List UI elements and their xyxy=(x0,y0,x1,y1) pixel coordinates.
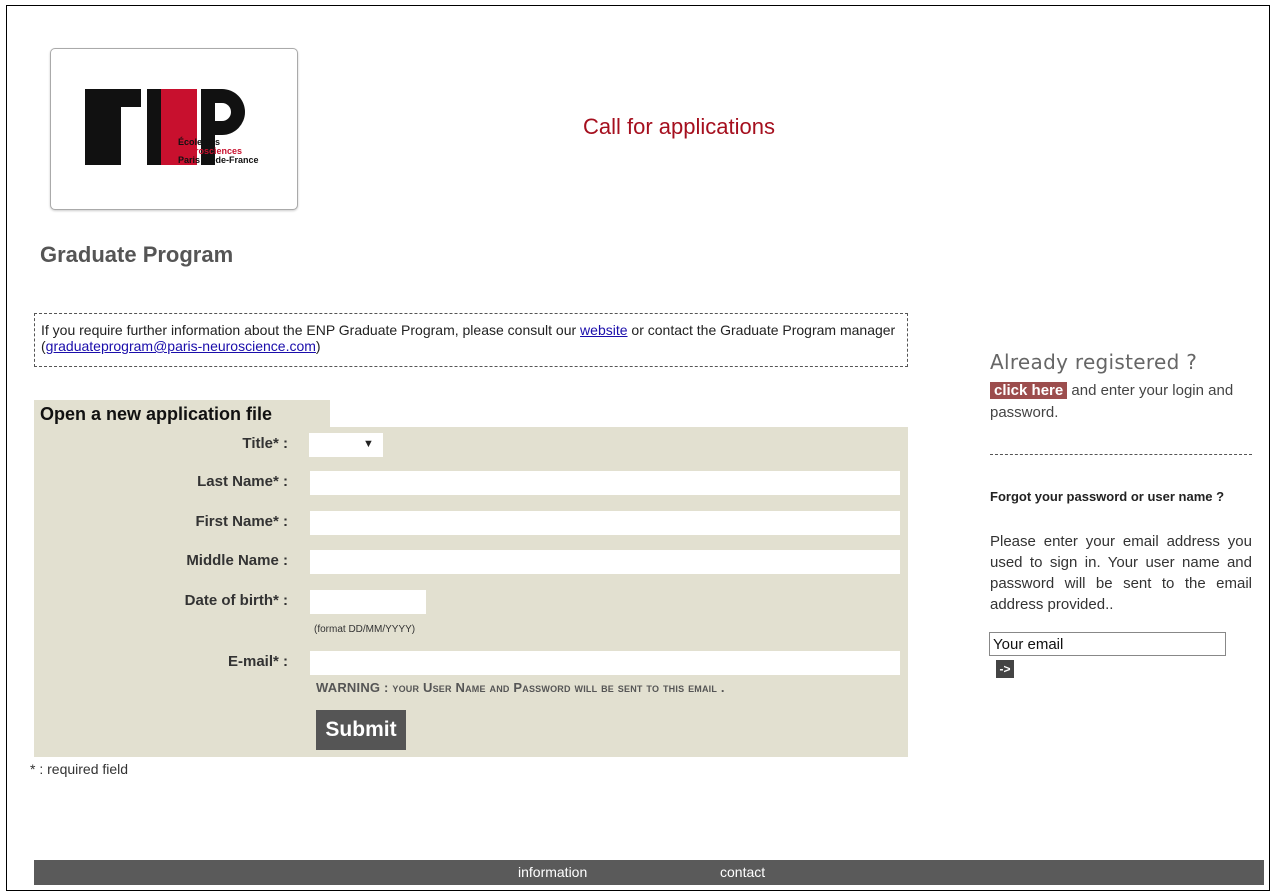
required-field-note: * : required field xyxy=(30,761,129,777)
dob-input[interactable] xyxy=(310,590,426,614)
website-link[interactable]: website xyxy=(580,322,627,338)
logo-letter-n-stroke xyxy=(147,89,161,165)
footer-link-contact[interactable]: contact xyxy=(720,864,765,880)
forgot-password-text: Please enter your email address you used… xyxy=(990,533,1252,613)
recovery-email-input[interactable] xyxy=(989,632,1226,656)
already-registered-title: Already registered ? xyxy=(990,350,1198,374)
info-notice: If you require further information about… xyxy=(34,313,908,367)
email-label: E-mail* : xyxy=(227,653,288,670)
last-name-input[interactable] xyxy=(310,471,900,495)
logo-text: École des Neurosciences Paris Île-de-Fra… xyxy=(178,138,259,165)
application-form: Title* : ▼ Last Name* : First Name* : Mi… xyxy=(34,427,908,757)
middle-name-input[interactable] xyxy=(310,550,900,574)
email-warning: WARNING : your User Name and Password wi… xyxy=(316,680,725,695)
submit-button[interactable]: Submit xyxy=(316,710,406,750)
last-name-label: Last Name* : xyxy=(197,473,288,490)
info-text-before: If you require further information about… xyxy=(41,322,581,338)
sidebar-divider xyxy=(990,454,1252,455)
logo-letter-e xyxy=(85,89,121,165)
forgot-password-title: Forgot your password or user name ? xyxy=(990,489,1225,504)
logo-letter-e-bar xyxy=(121,89,141,107)
dob-format-hint: (format DD/MM/YYYY) xyxy=(314,624,416,635)
first-name-label: First Name* : xyxy=(195,513,288,530)
title-select[interactable]: ▼ xyxy=(309,433,383,457)
login-instructions: click here and enter your login and pass… xyxy=(990,380,1252,424)
middle-name-label: Middle Name : xyxy=(186,552,288,569)
recover-submit-button[interactable]: -> xyxy=(996,660,1014,678)
footer-bar: information contact xyxy=(34,860,1264,885)
call-for-applications-title: Call for applications xyxy=(583,114,775,139)
form-tab-title: Open a new application file xyxy=(34,400,330,427)
footer-link-information[interactable]: information xyxy=(518,864,587,880)
title-label: Title* : xyxy=(242,435,288,452)
logo-text-line3: Paris Île-de-France xyxy=(178,155,259,165)
click-here-button[interactable]: click here xyxy=(990,382,1068,399)
info-text-after: ) xyxy=(315,338,321,354)
first-name-input[interactable] xyxy=(310,511,900,535)
page-title: Graduate Program xyxy=(40,242,234,267)
enp-logo[interactable]: École des Neurosciences Paris Île-de-Fra… xyxy=(50,48,298,210)
chevron-down-icon: ▼ xyxy=(363,438,374,450)
dob-label: Date of birth* : xyxy=(184,592,288,609)
email-input[interactable] xyxy=(310,651,900,675)
email-link[interactable]: graduateprogram@paris-neuroscience.com xyxy=(46,338,316,354)
